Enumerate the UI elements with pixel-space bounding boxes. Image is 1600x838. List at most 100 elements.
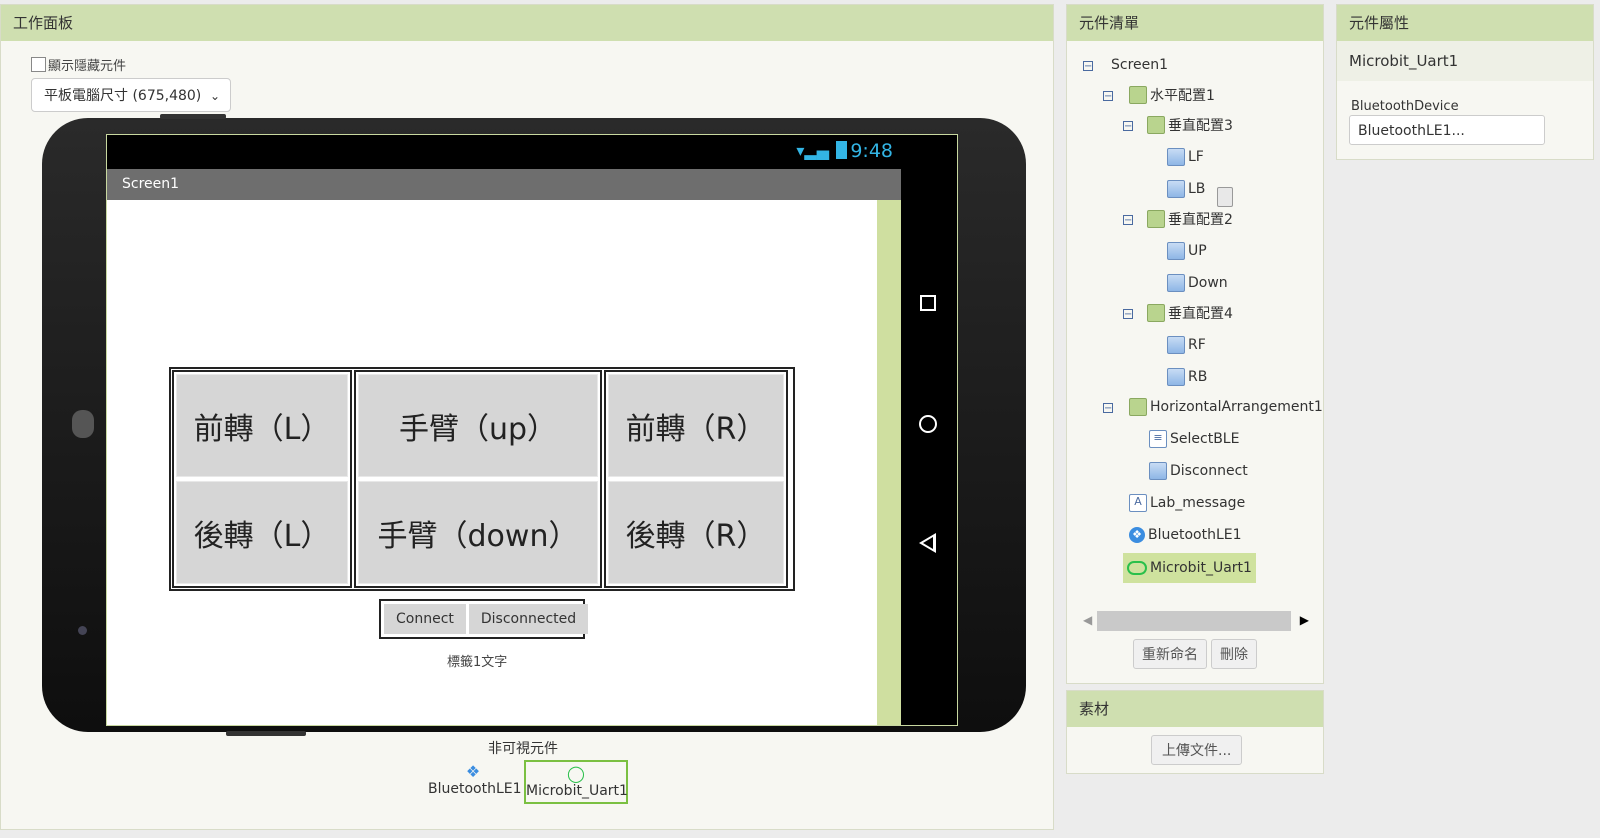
- collapse-icon[interactable]: −: [1123, 309, 1133, 320]
- button-up[interactable]: 手臂（up）: [358, 374, 598, 477]
- tree-item-ble[interactable]: ❖ BluetoothLE1: [1129, 523, 1242, 547]
- tree-label: Disconnect: [1170, 463, 1248, 479]
- horizontal-arrangement-1[interactable]: 前轉（L） 後轉（L） 手臂（up） 手臂（down） 前轉（R） 後轉（R）: [169, 367, 795, 591]
- upload-file-button[interactable]: 上傳文件...: [1151, 735, 1243, 765]
- tree-item-lf[interactable]: LF: [1167, 145, 1204, 169]
- status-bar: ▾▂▄ 9:48: [107, 135, 901, 169]
- tree-horizontal-scrollbar[interactable]: ◀ ▶: [1075, 609, 1315, 631]
- screen-title-bar[interactable]: Screen1: [107, 169, 901, 200]
- tree-item-lab[interactable]: A Lab_message: [1129, 491, 1245, 515]
- status-time: 9:48: [850, 140, 893, 162]
- connect-button[interactable]: Connect: [384, 604, 466, 634]
- tree-label: HorizontalArrangement1: [1150, 399, 1323, 415]
- button-icon: [1167, 274, 1185, 292]
- tree-item-rf[interactable]: RF: [1167, 333, 1206, 357]
- button-icon: [1167, 368, 1185, 386]
- button-lf[interactable]: 前轉（L）: [176, 374, 348, 477]
- button-icon: [1167, 148, 1185, 166]
- screen-size-select[interactable]: 平板電腦尺寸 (675,480) ⌄: [31, 78, 231, 112]
- tree-label: BluetoothLE1: [1148, 527, 1242, 543]
- button-down[interactable]: 手臂（down）: [358, 481, 598, 584]
- tree-item-microbit[interactable]: Microbit_Uart1: [1123, 553, 1256, 583]
- tree-item-disconnect[interactable]: Disconnect: [1149, 459, 1248, 483]
- tree-label: 垂直配置3: [1168, 118, 1233, 134]
- tree-item-ha-eng[interactable]: HorizontalArrangement1: [1129, 395, 1323, 419]
- nonvisible-ble[interactable]: ❖ BluetoothLE1: [428, 760, 522, 804]
- tree-label: LB: [1188, 181, 1206, 197]
- disconnect-button[interactable]: Disconnected: [468, 604, 589, 634]
- button-lb[interactable]: 後轉（L）: [176, 481, 348, 584]
- collapse-icon[interactable]: −: [1123, 215, 1133, 226]
- collapse-icon[interactable]: −: [1103, 91, 1113, 102]
- label-icon: A: [1129, 494, 1147, 512]
- selected-component-name: Microbit_Uart1: [1337, 41, 1593, 81]
- checkbox-box[interactable]: [31, 57, 46, 72]
- button-rb[interactable]: 後轉（R）: [608, 481, 784, 584]
- tree-item-va4[interactable]: 垂直配置4: [1147, 301, 1233, 325]
- phone-button-bottom: [226, 731, 306, 736]
- tree-label: 水平配置1: [1150, 88, 1215, 104]
- arrangement-icon: [1129, 398, 1147, 416]
- screen-size-value: 平板電腦尺寸 (675,480): [44, 88, 202, 104]
- delete-button[interactable]: 刪除: [1211, 639, 1257, 669]
- collapse-icon[interactable]: −: [1103, 403, 1113, 414]
- bluetooth-icon: ❖: [465, 762, 481, 781]
- collapse-icon[interactable]: −: [1083, 61, 1093, 72]
- button-rf[interactable]: 前轉（R）: [608, 374, 784, 477]
- viewer-header: 工作面板: [1, 5, 1053, 41]
- show-hidden-checkbox[interactable]: 顯示隱藏元件: [31, 55, 126, 74]
- nonvisible-ble-label: BluetoothLE1: [428, 781, 522, 797]
- recents-icon: [920, 295, 936, 311]
- tree-item-up[interactable]: UP: [1167, 239, 1207, 263]
- phone-screen: ▾▂▄ 9:48 Screen1 前轉（L） 後轉（L） 手臂（up） 手臂（d…: [106, 134, 958, 726]
- app-canvas[interactable]: 前轉（L） 後轉（L） 手臂（up） 手臂（down） 前轉（R） 後轉（R） …: [107, 200, 901, 725]
- button-icon: [1149, 462, 1167, 480]
- components-panel: 元件清單 − Screen1 − 水平配置1 − 垂直配置3 LF LB − 垂…: [1066, 4, 1324, 684]
- tree-item-selectble[interactable]: ≡ SelectBLE: [1149, 427, 1239, 451]
- screen-icon: [1217, 187, 1233, 207]
- listpicker-icon: ≡: [1149, 430, 1167, 448]
- properties-header: 元件屬性: [1337, 5, 1593, 41]
- button-icon: [1167, 180, 1185, 198]
- scroll-right-icon[interactable]: ▶: [1300, 613, 1309, 627]
- tree-item-down[interactable]: Down: [1167, 271, 1228, 295]
- tree-item-va2[interactable]: 垂直配置2: [1147, 207, 1233, 231]
- arrangement-icon: [1147, 116, 1165, 134]
- nonvisible-microbit[interactable]: ◯ Microbit_Uart1: [524, 760, 628, 804]
- property-label: BluetoothDevice: [1351, 99, 1459, 114]
- tree-item-ha1[interactable]: 水平配置1: [1129, 83, 1215, 107]
- tree-label: Down: [1188, 275, 1228, 291]
- tree-label: LF: [1188, 149, 1204, 165]
- vertical-arrangement-3[interactable]: 前轉（L） 後轉（L）: [172, 370, 352, 588]
- tree-item-rb[interactable]: RB: [1167, 365, 1207, 389]
- arrangement-icon: [1147, 210, 1165, 228]
- tree-item-screen1[interactable]: Screen1: [1111, 53, 1233, 207]
- battery-icon: [836, 141, 847, 159]
- label-message[interactable]: 標籤1文字: [447, 651, 507, 670]
- screen-title: Screen1: [122, 176, 180, 192]
- property-bluetooth-device[interactable]: BluetoothLE1...: [1349, 115, 1545, 145]
- app-scrollbar[interactable]: [877, 200, 901, 725]
- android-nav-bar: [901, 135, 957, 725]
- home-icon: [919, 415, 937, 433]
- vertical-arrangement-4[interactable]: 前轉（R） 後轉（R）: [604, 370, 788, 588]
- scroll-thumb[interactable]: [1097, 611, 1291, 631]
- tree-label: 垂直配置2: [1168, 212, 1233, 228]
- media-header: 素材: [1067, 691, 1323, 727]
- tree-item-lb[interactable]: LB: [1167, 177, 1205, 201]
- phone-speaker: [72, 410, 94, 438]
- properties-panel: 元件屬性 Microbit_Uart1 BluetoothDevice Blue…: [1336, 4, 1594, 160]
- media-panel: 素材 上傳文件...: [1066, 690, 1324, 774]
- microbit-icon: [1127, 561, 1147, 575]
- tree-item-va3[interactable]: 垂直配置3: [1147, 113, 1233, 137]
- tree-label: UP: [1188, 243, 1207, 259]
- tree-label: RB: [1188, 369, 1208, 385]
- horizontal-arrangement-eng[interactable]: Connect Disconnected: [379, 599, 589, 639]
- collapse-icon[interactable]: −: [1123, 121, 1133, 132]
- scroll-left-icon[interactable]: ◀: [1083, 613, 1092, 627]
- tree-label: Lab_message: [1150, 495, 1246, 511]
- phone-button-top: [160, 114, 226, 119]
- vertical-arrangement-2[interactable]: 手臂（up） 手臂（down）: [354, 370, 602, 588]
- button-icon: [1167, 242, 1185, 260]
- rename-button[interactable]: 重新命名: [1133, 639, 1207, 669]
